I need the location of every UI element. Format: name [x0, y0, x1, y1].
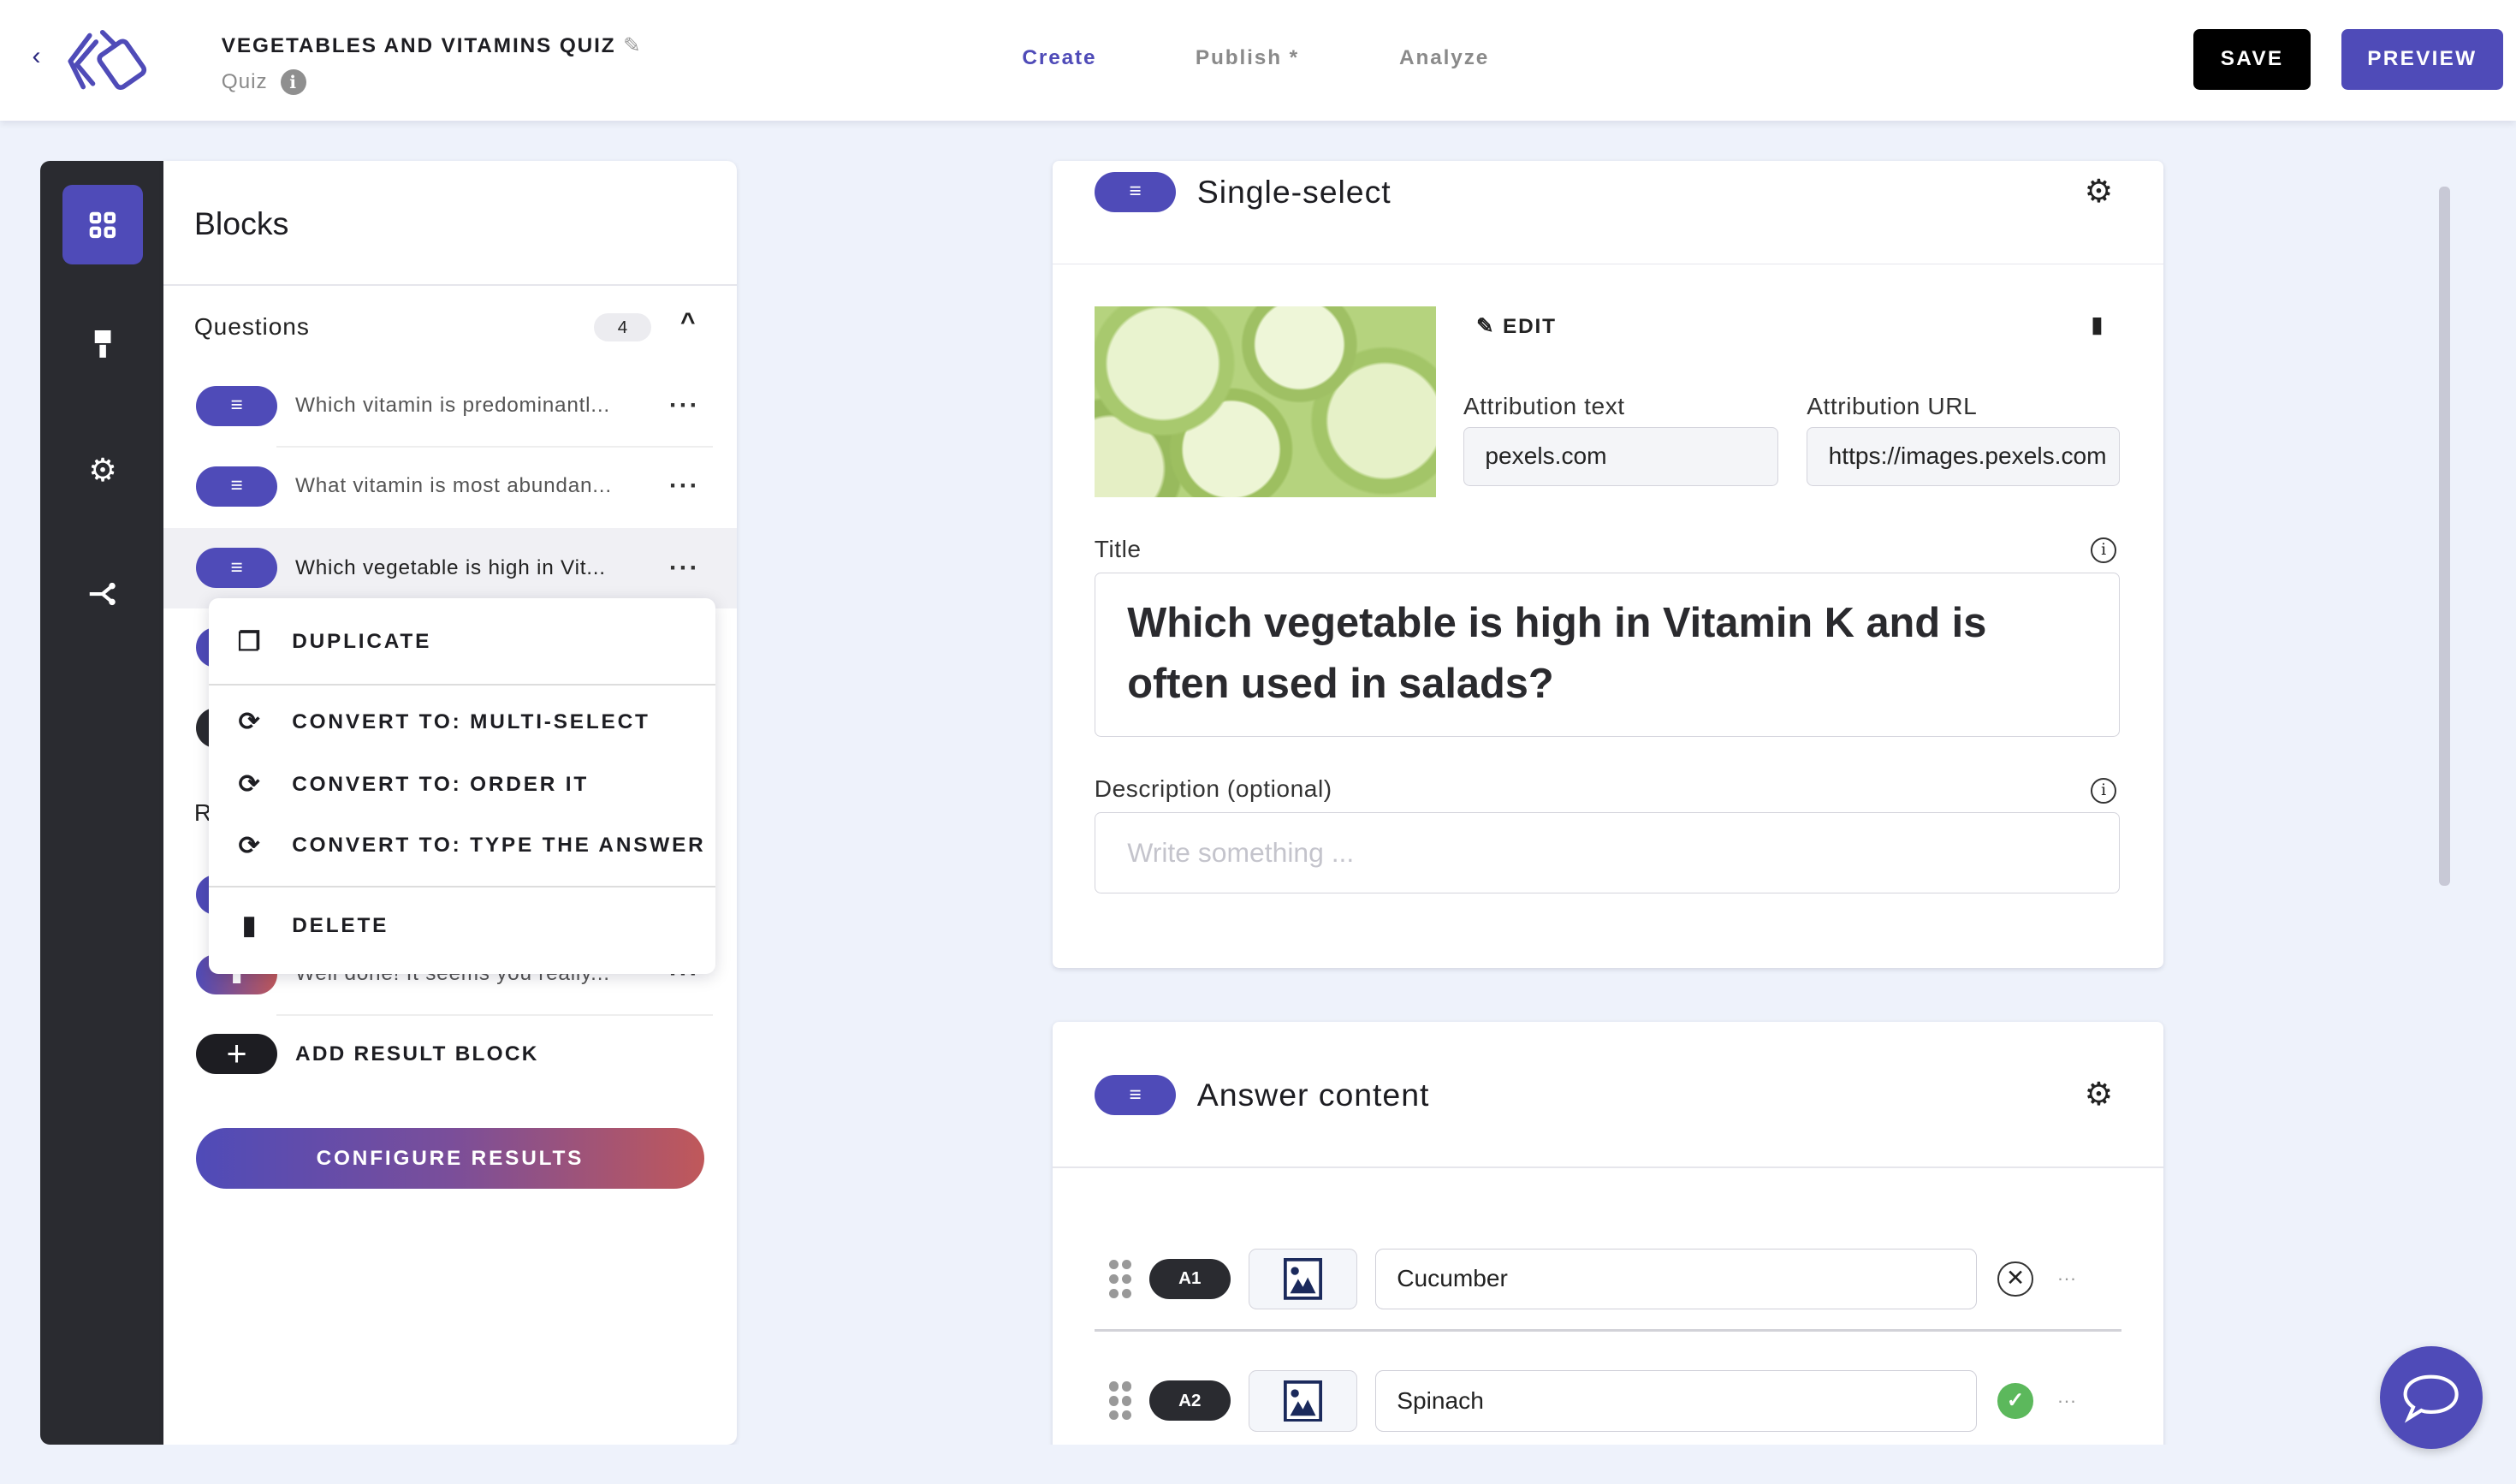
description-input[interactable]: Write something ... — [1094, 811, 2120, 894]
image-upload-button[interactable] — [1248, 1248, 1358, 1309]
drag-handle-icon[interactable] — [1108, 1381, 1131, 1421]
answer-content-icon: ≡ — [1094, 1075, 1177, 1116]
quiz-title[interactable]: VEGETABLES AND VITAMINS QUIZ ✎ — [222, 33, 643, 58]
save-button[interactable]: SAVE — [2193, 28, 2311, 90]
refresh-icon: ⟳ — [238, 708, 263, 737]
answer-row: A1 Cucumber ✕ ··· — [1053, 1247, 2163, 1311]
menu-item-convert-order-it[interactable]: ⟳ CONVERT TO: ORDER IT — [209, 761, 716, 809]
refresh-icon: ⟳ — [238, 831, 263, 860]
divider — [163, 283, 737, 286]
tab-publish[interactable]: Publish * — [1196, 46, 1299, 70]
info-icon[interactable]: i — [2091, 537, 2117, 564]
list-item[interactable]: ≡ What vitamin is most abundan... ··· — [163, 446, 736, 526]
trash-icon[interactable]: ▮ — [2091, 312, 2103, 338]
info-icon[interactable]: i — [2091, 778, 2117, 804]
logic-tab[interactable] — [62, 554, 143, 634]
divider — [1053, 1166, 2163, 1168]
question-image[interactable] — [1094, 306, 1437, 498]
single-select-icon: ≡ — [1094, 171, 1177, 212]
single-select-icon: ≡ — [195, 466, 278, 507]
answer-card-title: Answer content — [1196, 1077, 1430, 1113]
menu-item-convert-type-answer[interactable]: ⟳ CONVERT TO: TYPE THE ANSWER — [209, 822, 716, 870]
divider — [208, 886, 716, 887]
top-header: ‹ VEGETABLES AND VITAMINS QUIZ ✎ Quiz i C… — [0, 0, 2516, 121]
question-type-label: Single-select — [1196, 173, 1392, 210]
correct-check-icon[interactable]: ✓ — [1997, 1383, 2033, 1419]
question-card: ≡ Single-select ⚙ ✎ EDIT ▮ Attribution t… — [1053, 160, 2163, 968]
add-result-block-button[interactable]: + ADD RESULT BLOCK — [163, 1014, 736, 1095]
more-options-icon[interactable]: ··· — [2057, 1390, 2076, 1412]
back-chevron-icon[interactable]: ‹ — [33, 42, 41, 71]
pencil-icon[interactable]: ✎ — [623, 34, 642, 57]
image-icon — [1284, 1380, 1322, 1422]
description-label: Description (optional) — [1094, 775, 1332, 802]
pencil-icon: ✎ — [1476, 314, 1496, 338]
more-options-icon[interactable]: ··· — [669, 554, 700, 583]
answer-id-badge: A2 — [1148, 1380, 1231, 1422]
context-menu: ❐ DUPLICATE ⟳ CONVERT TO: MULTI-SELECT ⟳ CO… — [208, 598, 716, 975]
attribution-url-input[interactable]: https://images.pexels.com — [1807, 426, 2120, 487]
more-options-icon[interactable]: ··· — [2057, 1267, 2076, 1290]
chat-bubble-icon — [2403, 1374, 2459, 1423]
blocks-icon — [89, 211, 116, 238]
paint-brush-icon — [94, 330, 111, 359]
trash-icon: ▮ — [241, 911, 259, 941]
attribution-text-input[interactable]: pexels.com — [1463, 426, 1778, 487]
info-icon[interactable]: i — [280, 68, 306, 95]
gear-icon: ⚙ — [88, 452, 117, 489]
divider — [1053, 263, 2163, 265]
page-bottom — [0, 1444, 2516, 1484]
list-item[interactable]: ≡ Which vitamin is predominantl... ··· — [163, 366, 736, 447]
divider — [208, 683, 716, 686]
answer-id-badge: A1 — [1148, 1258, 1231, 1299]
answer-input[interactable]: Spinach — [1374, 1370, 1977, 1432]
duplicate-icon: ❐ — [237, 627, 264, 656]
attribution-url-label: Attribution URL — [1807, 393, 1978, 420]
questions-label: Questions — [193, 312, 310, 340]
refresh-icon: ⟳ — [238, 770, 263, 799]
edit-image-button[interactable]: ✎ EDIT — [1476, 313, 1557, 339]
image-upload-button[interactable] — [1248, 1370, 1358, 1432]
answer-input[interactable]: Cucumber — [1374, 1248, 1977, 1309]
answer-row: A2 Spinach ✓ ··· — [1053, 1368, 2163, 1433]
image-icon — [1284, 1258, 1322, 1300]
design-tab[interactable] — [62, 305, 143, 385]
plus-icon: + — [195, 1034, 278, 1075]
quiz-type: Quiz i — [222, 68, 306, 95]
preview-button[interactable]: PREVIEW — [2341, 28, 2503, 90]
settings-tab[interactable]: ⚙ — [62, 430, 143, 511]
panel-title: Blocks — [193, 205, 289, 241]
mark-incorrect-icon[interactable]: ✕ — [1997, 1261, 2033, 1297]
blocks-tab[interactable] — [62, 184, 143, 265]
title-input[interactable]: Which vegetable is high in Vitamin K and… — [1094, 573, 2120, 737]
questions-count-badge: 4 — [593, 312, 652, 342]
gear-icon[interactable]: ⚙ — [2085, 1075, 2114, 1113]
tab-create[interactable]: Create — [1022, 46, 1096, 70]
menu-item-delete[interactable]: ▮ DELETE — [209, 902, 716, 950]
menu-item-duplicate[interactable]: ❐ DUPLICATE — [209, 618, 716, 666]
app-logo[interactable] — [61, 29, 154, 93]
more-options-icon[interactable]: ··· — [669, 472, 700, 501]
divider — [1094, 1328, 2121, 1333]
title-label: Title — [1094, 536, 1142, 563]
drag-handle-icon[interactable] — [1108, 1259, 1131, 1298]
share-icon — [90, 582, 116, 605]
scrollbar[interactable] — [2439, 186, 2451, 886]
single-select-icon: ≡ — [195, 548, 278, 589]
answer-card: ≡ Answer content ⚙ A1 Cucumber ✕ ··· A2 … — [1053, 1022, 2163, 1484]
menu-item-convert-multi-select[interactable]: ⟳ CONVERT TO: MULTI-SELECT — [209, 698, 716, 746]
gear-icon[interactable]: ⚙ — [2085, 172, 2114, 210]
chevron-up-icon[interactable]: ^ — [680, 308, 696, 337]
chat-button[interactable] — [2379, 1346, 2483, 1450]
list-item-selected[interactable]: ≡ Which vegetable is high in Vit... ··· — [163, 527, 737, 608]
tab-analyze[interactable]: Analyze — [1399, 46, 1489, 70]
attribution-text-label: Attribution text — [1463, 393, 1625, 420]
more-options-icon[interactable]: ··· — [669, 391, 700, 420]
single-select-icon: ≡ — [195, 385, 278, 426]
configure-results-button[interactable]: CONFIGURE RESULTS — [195, 1128, 705, 1190]
sidebar-rail: ⚙ — [39, 160, 166, 1445]
